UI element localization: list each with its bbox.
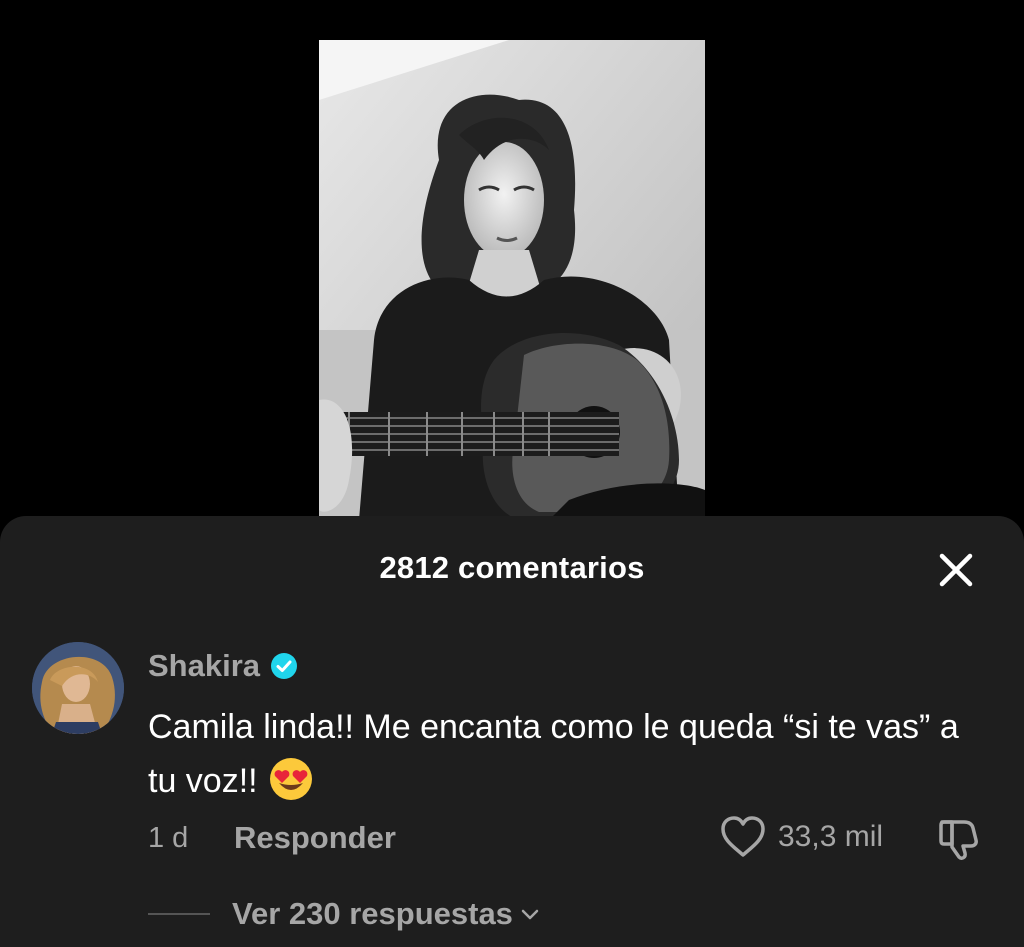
heart-outline-icon [721,816,765,857]
avatar[interactable] [32,642,124,734]
author-name[interactable]: Shakira [148,648,260,684]
like-count: 33,3 mil [778,820,884,853]
smiling-face-with-heart-eyes-icon [269,758,312,801]
thumbs-down-icon [939,820,978,860]
chevron-down-icon [521,909,539,920]
reply-button[interactable]: Responder [234,820,396,856]
comment-text: Camila linda!! Me encanta como le queda … [148,700,988,808]
timestamp: 1 d [148,822,189,854]
author-row: Shakira [148,646,298,686]
dislike-button[interactable] [936,814,984,862]
comment-item: Shakira Camila linda!! Me encanta como l… [0,516,1024,947]
video-thumbnail[interactable] [319,40,705,520]
comments-sheet: 2812 comentarios Shakira Camila linda!! … [0,516,1024,947]
view-replies-button[interactable]: Ver 230 respuestas [232,896,541,932]
like-button[interactable]: 33,3 mil [720,814,883,860]
divider [148,913,210,915]
view-replies-label: Ver 230 respuestas [232,896,513,931]
replies-row: Ver 230 respuestas [148,892,541,936]
verified-badge-icon [271,653,298,679]
